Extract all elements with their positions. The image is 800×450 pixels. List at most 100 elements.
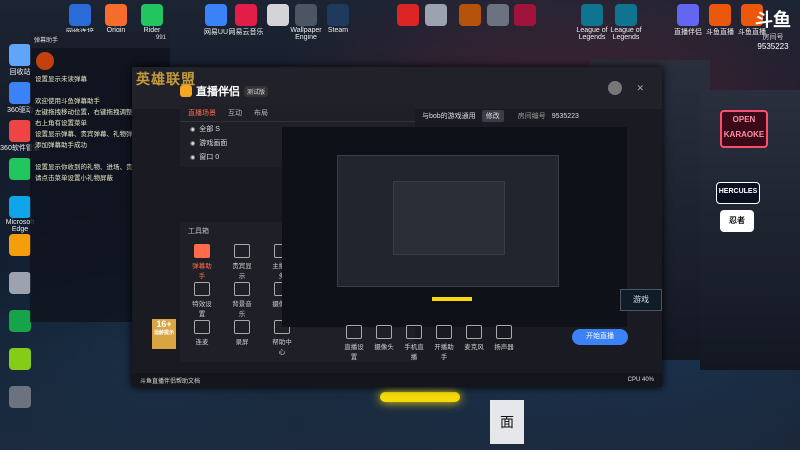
close-icon[interactable]: ✕ — [636, 83, 644, 94]
desktop-icon-label: League of Legends — [610, 27, 642, 41]
live-preview — [282, 127, 627, 327]
scene-tabs: 直播场景 互动 布局 — [180, 105, 415, 122]
toolbox-item-label: 特效设置 — [192, 301, 212, 318]
app-icon — [615, 4, 637, 26]
tool-icon — [194, 244, 210, 258]
toolbox-item-label: 录屏 — [235, 339, 249, 346]
scene-tab[interactable]: 直播场景 — [188, 108, 216, 118]
app-icon — [677, 4, 699, 26]
age-rating-badge: 16+ 适龄提示 — [152, 319, 176, 349]
stream-title: 与bob的游戏通用 — [422, 113, 476, 120]
age-rating-caption: 适龄提示 — [153, 330, 174, 336]
preview-neon — [432, 297, 472, 301]
bottom-tool[interactable]: 扬声器 — [492, 325, 516, 351]
app-icon — [581, 4, 603, 26]
tool-icon — [234, 244, 250, 258]
app-icon — [141, 4, 163, 26]
app-icon — [425, 4, 447, 26]
app-icon — [295, 4, 317, 26]
bottom-toolbar: 直播设置 摄像头 手机直播 开播助手 麦克风 扬声器 — [342, 325, 532, 361]
app-icon — [9, 348, 31, 370]
scene-item-label: 游戏画面 — [199, 140, 228, 147]
nested-preview-window — [337, 155, 559, 287]
app-icon — [105, 4, 127, 26]
bottom-tool[interactable]: 摄像头 — [372, 325, 396, 351]
app-icon — [709, 4, 731, 26]
danmu-panel-title: 弹幕助手 — [34, 38, 59, 44]
bottom-tool[interactable]: 手机直播 — [402, 325, 426, 361]
user-avatar[interactable] — [608, 81, 622, 95]
neon-sign: HERCULES — [716, 182, 760, 204]
app-icon — [9, 196, 31, 218]
danmu-panel-header[interactable]: 弹幕助手 991 — [30, 32, 170, 48]
live-companion-window[interactable]: 英雄联盟 直播伴侣 测试版 ✕ 直播场景 互动 布局 ◉ 全部 S ◉ 游戏画面 ◉ 窗口 0… — [132, 67, 662, 387]
room-number-label: 房间编号 — [517, 113, 546, 120]
room-id: 9535223 — [757, 42, 789, 51]
desktop-app-icon[interactable] — [0, 348, 40, 371]
start-live-button[interactable]: 开始直播 — [572, 329, 628, 345]
app-icon — [69, 4, 91, 26]
neon-sign-open: OPEN KARAOKE — [720, 110, 768, 148]
scene-tab[interactable]: 互动 — [228, 108, 242, 118]
app-icon — [9, 44, 31, 66]
app-title-block: 直播伴侣 测试版 — [180, 83, 269, 99]
app-icon — [9, 120, 31, 142]
tool-icon — [194, 282, 210, 296]
danmu-panel-count: 991 — [155, 35, 166, 41]
age-rating-label: 16+ — [156, 319, 172, 329]
toolbox-item[interactable]: 录屏 — [230, 320, 254, 346]
game-button[interactable]: 游戏 — [620, 289, 662, 311]
app-icon — [9, 158, 31, 180]
bottom-tool-label: 直播设置 — [344, 344, 364, 361]
app-icon — [327, 4, 349, 26]
eye-icon[interactable]: ◉ — [190, 126, 195, 133]
stream-info-bar: 与bob的游戏通用 修改 房间编号 9535223 — [422, 105, 657, 127]
app-icon — [9, 272, 31, 294]
desktop-app-icon[interactable] — [505, 4, 545, 27]
desktop-app-icon[interactable] — [0, 386, 40, 409]
app-icon — [514, 4, 536, 26]
app-icon — [9, 310, 31, 332]
eye-icon[interactable]: ◉ — [190, 154, 195, 161]
desktop-app-icon[interactable]: Steam — [318, 4, 358, 34]
bottom-tool[interactable]: 麦克风 — [462, 325, 486, 351]
toolbox-item[interactable]: 特效设置 — [190, 282, 214, 318]
wallpaper-sign: 面 — [490, 400, 524, 444]
eye-icon[interactable]: ◉ — [190, 140, 195, 147]
app-header: 英雄联盟 直播伴侣 测试版 ✕ — [132, 67, 662, 109]
edit-title-button[interactable]: 修改 — [481, 110, 504, 122]
tool-icon — [466, 325, 482, 339]
app-icon — [9, 386, 31, 408]
desktop-app-icon[interactable]: Origin — [96, 4, 136, 34]
desktop-app-icon[interactable]: Rider — [132, 4, 172, 34]
toolbox-item-label: 帮助中心 — [272, 339, 292, 356]
app-footer: 斗鱼直播伴侣帮助文档 CPU 40% — [132, 373, 662, 387]
desktop-app-icon[interactable]: League of Legends — [606, 4, 646, 41]
toolbox-item-label: 背景音乐 — [232, 301, 252, 318]
douyu-room-badge: 斗鱼 房间号 9535223 — [748, 6, 798, 58]
toolbox-item-label: 贵宾显示 — [232, 263, 252, 280]
bottom-tool-label: 手机直播 — [404, 344, 424, 361]
footer-status: CPU 40% — [627, 377, 654, 383]
app-icon — [235, 4, 257, 26]
bottom-tool-label: 扬声器 — [494, 344, 514, 351]
tool-icon — [376, 325, 392, 339]
footer-help-link[interactable]: 斗鱼直播伴侣帮助文档 — [140, 376, 200, 385]
room-label: 房间号 — [762, 34, 784, 41]
bottom-tool[interactable]: 开播助手 — [432, 325, 456, 361]
room-number-value: 9535223 — [551, 112, 579, 120]
toolbox-item[interactable]: 连麦 — [190, 320, 214, 346]
bottom-tool-label: 麦克风 — [464, 344, 484, 351]
scene-tab[interactable]: 布局 — [254, 108, 268, 118]
toolbox-item[interactable]: 弹幕助手 — [190, 244, 214, 280]
tool-icon — [406, 325, 422, 339]
app-icon — [9, 234, 31, 256]
app-title: 直播伴侣 — [196, 86, 240, 98]
toolbox-item[interactable]: 贵宾显示 — [230, 244, 254, 280]
toolbox-item[interactable]: 背景音乐 — [230, 282, 254, 318]
tool-icon — [436, 325, 452, 339]
desktop-icon-label: Steam — [327, 27, 349, 34]
bottom-tool[interactable]: 直播设置 — [342, 325, 366, 361]
desktop-icon-label: 网易云音乐 — [228, 29, 264, 36]
app-version-badge: 测试版 — [244, 85, 269, 97]
